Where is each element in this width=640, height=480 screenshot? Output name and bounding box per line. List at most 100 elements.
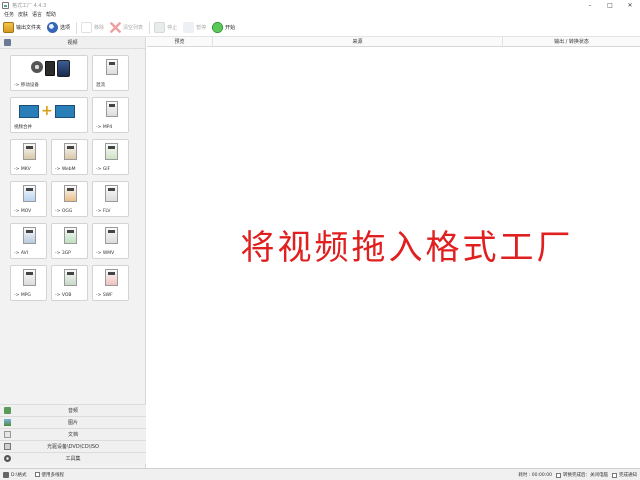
stop-icon [154, 22, 166, 33]
tile-flv[interactable]: -> FLV [92, 181, 129, 217]
folder-path-icon [3, 471, 9, 478]
maximize-icon[interactable]: □ [600, 0, 620, 10]
multithread-label: 使用多线程 [41, 472, 65, 478]
menu-language[interactable]: 语言 [32, 11, 42, 18]
tile-webm[interactable]: -> WebM [51, 139, 88, 175]
tile-video-join[interactable]: + 视频合并 [10, 97, 88, 133]
output-folder-button[interactable]: 输出文件夹 [3, 21, 41, 35]
sidebar-category-label: 音频 [67, 408, 78, 414]
toolbar: 输出文件夹 选项 移除 清空列表 停止 暂停 开始 [0, 19, 640, 37]
tile-wmv[interactable]: -> WMV [92, 223, 129, 259]
tablet-icon [57, 60, 70, 77]
webm-file-icon [64, 143, 77, 160]
stop-button[interactable]: 停止 [154, 21, 177, 35]
notify-label: 完成通知 [619, 473, 637, 478]
start-button[interactable]: 开始 [212, 21, 235, 35]
menu-skin[interactable]: 皮肤 [18, 11, 28, 18]
column-preview[interactable]: 预览 [147, 37, 213, 46]
sidebar-category-rom-device[interactable]: 光驱设备\DVD\CD\ISO [0, 440, 146, 452]
video-format-grid: -> 移动设备 混流 + 视频合并 -> MP4 -> MKV -> WebM [10, 55, 130, 307]
notify-checkbox[interactable] [612, 472, 617, 478]
tile-label: -> MP4 [96, 125, 113, 130]
flv-file-icon [105, 185, 118, 202]
avi-file-icon [23, 227, 36, 244]
tile-label: -> 移动设备 [14, 83, 39, 88]
options-icon [47, 22, 59, 33]
sidebar-category-video[interactable]: 视频 [0, 37, 145, 49]
tile-label: -> FLV [96, 209, 111, 214]
clear-list-label: 清空列表 [123, 25, 144, 31]
menu-bar: 任务 皮肤 语言 帮助 [0, 10, 640, 19]
minimize-icon[interactable]: – [580, 0, 600, 10]
tile-3gp[interactable]: -> 3GP [51, 223, 88, 259]
tile-label: -> SWF [96, 293, 113, 298]
after-convert-checkbox[interactable] [556, 472, 561, 478]
film-reel-icon [31, 61, 43, 73]
tile-mkv[interactable]: -> MKV [10, 139, 47, 175]
ogg-file-icon [64, 185, 77, 202]
tile-ogg[interactable]: -> OGG [51, 181, 88, 217]
start-icon [212, 22, 224, 33]
title-bar: 格式工厂 4.4.3 – □ ✕ [0, 0, 640, 10]
start-label: 开始 [225, 25, 236, 31]
gif-file-icon [105, 143, 118, 160]
multithread-checkbox[interactable] [34, 472, 40, 477]
tile-mobile-device[interactable]: -> 移动设备 [10, 55, 88, 91]
sidebar-category-label: 工具集 [65, 456, 81, 462]
toolbar-divider [149, 21, 151, 34]
pause-button[interactable]: 暂停 [183, 21, 206, 35]
options-label: 选项 [60, 25, 71, 31]
tile-mux[interactable]: 混流 [92, 55, 129, 91]
clear-list-button[interactable]: 清空列表 [110, 21, 143, 35]
output-path-text[interactable]: D:\格式 [11, 472, 27, 478]
mpg-file-icon [23, 269, 36, 286]
window-controls: – □ ✕ [580, 0, 640, 10]
elapsed-time-text: 耗时 : 00:00:00 [518, 473, 552, 478]
drop-hint-text: 将视频拖入格式工厂 [240, 228, 574, 268]
remove-file-icon [81, 22, 93, 33]
tile-label: -> GIF [96, 167, 111, 172]
document-icon [4, 431, 11, 438]
sidebar-category-label: 光驱设备\DVD\CD\ISO [46, 444, 99, 450]
sidebar-category-label: 文档 [67, 432, 78, 438]
menu-help[interactable]: 帮助 [46, 11, 56, 18]
mp4-file-icon [106, 101, 118, 117]
window-title: 格式工厂 4.4.3 [12, 2, 47, 9]
column-source[interactable]: 来源 [213, 37, 503, 46]
close-icon[interactable]: ✕ [620, 0, 640, 10]
sidebar-category-picture[interactable]: 图片 [0, 416, 146, 428]
mux-file-icon [106, 59, 118, 75]
column-output-status[interactable]: 输出 / 转换状态 [503, 37, 640, 46]
tile-mp4[interactable]: -> MP4 [92, 97, 129, 133]
file-list[interactable]: 预览 来源 输出 / 转换状态 将视频拖入格式工厂 [147, 37, 640, 468]
tile-vob[interactable]: -> VOB [51, 265, 88, 301]
options-button[interactable]: 选项 [47, 21, 70, 35]
tile-label: -> 3GP [55, 251, 71, 256]
tile-swf[interactable]: -> SWF [92, 265, 129, 301]
remove-button[interactable]: 移除 [81, 21, 104, 35]
sidebar-category-document[interactable]: 文档 [0, 428, 146, 440]
tile-label: -> AVI [14, 251, 29, 256]
audio-note-icon [4, 407, 11, 414]
sidebar-category-label: 视频 [67, 40, 78, 46]
file-list-header: 预览 来源 输出 / 转换状态 [147, 37, 640, 47]
tile-gif[interactable]: -> GIF [92, 139, 129, 175]
film-strip-icon [55, 105, 75, 118]
menu-task[interactable]: 任务 [4, 11, 14, 18]
tile-label: -> OGG [55, 209, 73, 214]
video-category-icon [4, 39, 11, 46]
status-bar: D:\格式 使用多线程 耗时 : 00:00:00 转换完成后：关闭电脑 完成通… [0, 468, 640, 480]
tile-label: -> MPG [14, 293, 31, 298]
pause-label: 暂停 [196, 25, 207, 31]
mkv-file-icon [23, 143, 36, 160]
toolbar-divider [76, 21, 78, 34]
tile-mpg[interactable]: -> MPG [10, 265, 47, 301]
vob-file-icon [64, 269, 77, 286]
tile-mov[interactable]: -> MOV [10, 181, 47, 217]
pause-icon [183, 22, 195, 33]
tile-avi[interactable]: -> AVI [10, 223, 47, 259]
sidebar-category-audio[interactable]: 音频 [0, 404, 146, 416]
mov-file-icon [23, 185, 36, 202]
sidebar-category-toolbox[interactable]: 工具集 [0, 452, 146, 464]
sidebar: 视频 -> 移动设备 混流 + 视频合并 -> MP4 -> MKV -> We… [0, 37, 146, 468]
